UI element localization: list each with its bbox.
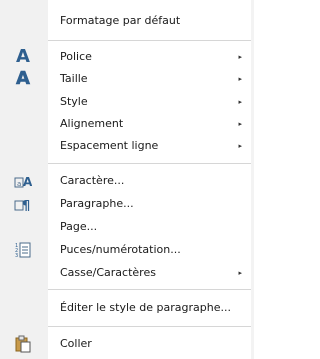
menu-separator [48,40,251,41]
font-icon: A [16,46,30,67]
context-menu: Formatage par défaut Police ▸ Taille ▸ S… [0,0,252,359]
svg-text:a: a [17,180,21,188]
submenu-arrow-icon: ▸ [238,142,242,150]
svg-text:3: 3 [15,253,18,259]
menu-item-default-formatting[interactable]: Formatage par défaut [48,10,251,32]
menu-item-style[interactable]: Style ▸ [48,91,251,113]
menu-item-character[interactable]: Caractère... [48,170,251,192]
character-icon: a A [12,170,34,192]
menu-item-font[interactable]: Police ▸ [48,46,251,68]
menu-item-label: Taille [60,72,88,85]
menu-item-bullets-numbering[interactable]: Puces/numérotation... [48,239,251,261]
submenu-arrow-icon: ▸ [238,269,242,277]
menu-separator [48,163,251,164]
document-page-edge [251,0,254,359]
submenu-arrow-icon: ▸ [238,75,242,83]
submenu-arrow-icon: ▸ [238,98,242,106]
font-size-icon: A [16,68,31,89]
menu-separator [48,289,251,290]
menu-item-paragraph[interactable]: Paragraphe... [48,193,251,215]
menu-item-page[interactable]: Page... [48,216,251,238]
menu-item-label: Alignement [60,117,124,130]
menu-item-label: Coller [60,337,92,350]
submenu-arrow-icon: ▸ [238,53,242,61]
menu-item-label: Espacement ligne [60,139,159,152]
menu-item-label: Formatage par défaut [60,14,181,27]
svg-text:¶: ¶ [22,199,30,212]
menu-separator [48,326,251,327]
paragraph-icon: ¶ [12,193,34,215]
menu-item-label: Police [60,50,92,63]
menu-item-label: Style [60,95,88,108]
menu-item-label: Page... [60,220,98,233]
bullets-numbering-icon: 1 2 3 [12,239,34,261]
menu-item-case[interactable]: Casse/Caractères ▸ [48,262,251,284]
menu-item-edit-paragraph-style[interactable]: Éditer le style de paragraphe... [48,297,251,319]
submenu-arrow-icon: ▸ [238,120,242,128]
menu-item-alignment[interactable]: Alignement ▸ [48,113,251,135]
menu-item-label: Caractère... [60,174,125,187]
paste-icon [12,333,34,355]
menu-item-line-spacing[interactable]: Espacement ligne ▸ [48,135,251,157]
menu-item-size[interactable]: Taille ▸ [48,68,251,90]
menu-item-label: Puces/numérotation... [60,243,181,256]
menu-item-label: Casse/Caractères [60,266,156,279]
menu-item-label: Paragraphe... [60,197,134,210]
menu-item-label: Éditer le style de paragraphe... [60,301,231,314]
svg-text:A: A [23,175,32,189]
menu-item-paste[interactable]: Coller [48,333,251,355]
